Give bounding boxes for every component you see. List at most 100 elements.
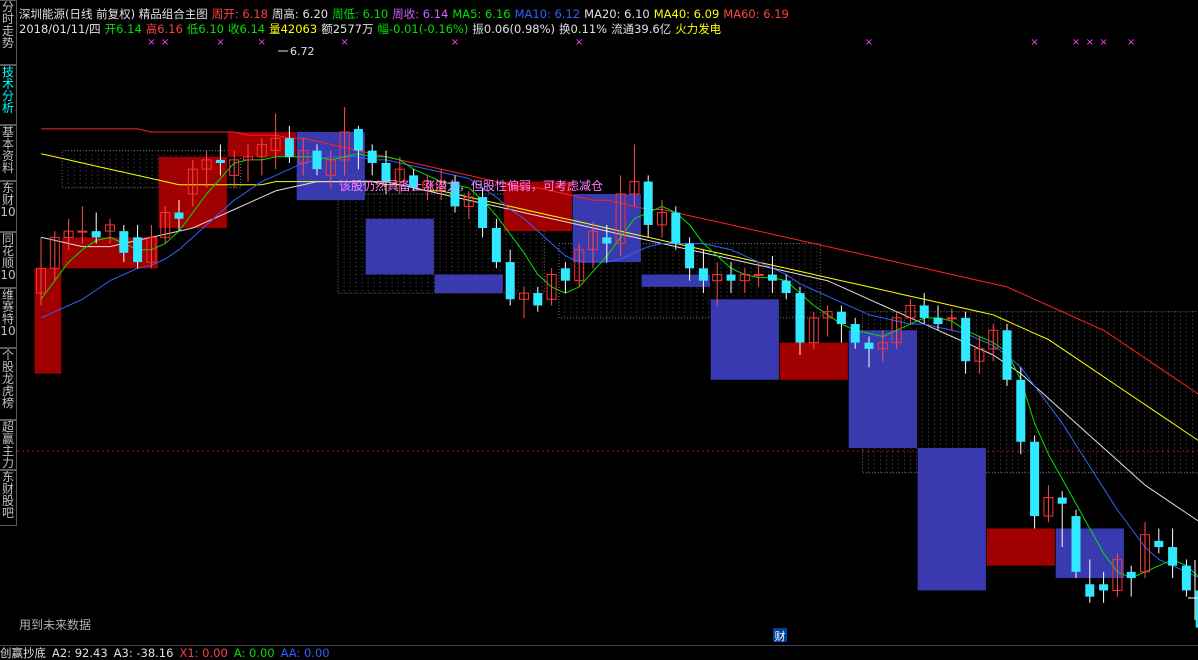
sidebar-tab-label: 维赛特10 [0,288,16,338]
signal-marker: × [1086,37,1094,48]
quote-field-2: 高6.16 [145,22,183,36]
sidebar-tab-label: 分时走势 [1,0,14,50]
candle-body [933,317,943,325]
header-field-8: MA40: 6.09 [653,7,720,21]
header-line-2: 2018/01/11/四 开6.14 高6.16 低6.10 收6.14 量42063 额2… [19,22,725,36]
sidebar-tab-label: 个股龙虎榜 [1,348,14,410]
candle-body [367,150,377,163]
candle-body [491,228,501,263]
candle-body [919,305,929,318]
signal-marker: × [1030,37,1038,48]
quote-field-11: 火力发电 [675,22,722,36]
header-field-9: MA60: 6.19 [723,7,789,21]
sidebar-tab-8[interactable]: 东财股吧 [0,470,17,526]
candle-body [119,231,129,253]
weekly-box [710,299,779,380]
candle-body [685,243,695,269]
header-field-7: MA20: 6.10 [584,7,650,21]
signal-marker: × [258,37,266,48]
weekly-box [434,274,503,294]
signal-marker: × [147,37,155,48]
analysis-note: 该股仍然具备上涨潜力，但股性偏弱，可考虑减仓 [339,178,603,193]
signal-marker: × [161,37,169,48]
header-field-5: MA5: 6.16 [452,7,511,21]
indicator-bar: 创赢抄底 A2: 92.43 A3: -38.16 X1: 0.00 A: 0.00 AA… [0,645,1198,660]
candle-body [1168,547,1178,566]
candle-body [77,230,88,233]
signal-marker: × [865,37,873,48]
candle-body [602,237,612,244]
indicator-value-3: X1: 0.00 [179,646,228,660]
candle-body [133,237,143,263]
signal-marker: × [1127,37,1135,48]
candle-body [505,262,515,300]
candle-body [643,181,653,225]
signal-marker: × [1072,37,1080,48]
sidebar-tab-label: 东财10 [0,181,16,219]
header-field-1: 周开: 6.18 [211,7,268,21]
indicator-value-2: A3: -38.16 [113,646,174,660]
candle-body [961,317,971,362]
sidebar-tab-0[interactable]: 分时走势 [0,0,17,65]
candle-body [726,274,736,281]
candle-body [284,138,294,157]
quote-field-8: 振0.06(0.98%) [472,22,556,36]
candle-body [864,342,874,349]
candle-body [781,280,791,294]
candle-body [1085,584,1095,597]
header-field-6: MA10: 6.12 [514,7,581,21]
candle-body [795,293,805,343]
quote-field-9: 换0.11% [559,22,608,36]
indicator-value-4: A: 0.00 [233,646,275,660]
candle-body [1057,497,1067,504]
high-price-label: 6.72 [290,45,315,58]
future-data-label: 用到未来数据 [19,617,91,632]
signal-marker: × [575,37,583,48]
candle-body [1099,584,1109,591]
sidebar-tab-6[interactable]: 个股龙虎榜 [0,348,17,420]
header-field-0: 深圳能源(日线 前复权) 精品组合主图 [19,7,208,21]
candle-body [174,212,184,219]
quote-field-0: 2018/01/11/四 [19,22,101,36]
sidebar-tab-2[interactable]: 基本资料 [0,125,17,181]
quote-field-3: 低6.10 [186,22,224,36]
sidebar-tab-label: 超赢主力 [1,420,14,470]
sidebar-tab-3[interactable]: 东财10 [0,181,17,232]
sidebar-tab-label: 技术分析 [1,65,14,115]
candle-body [1016,379,1026,442]
candle-body [312,150,322,170]
candle-body [671,212,681,244]
quote-field-7: 幅-0.01(-0.16%) [377,22,469,36]
candle-body [1181,565,1191,591]
kline-chart[interactable]: × × × × × × × × × × × × × 6.72 该股仍然具备上涨潜力，但股性偏弱，可考虑减仓用… [0,0,1198,660]
indicator-value-5: AA: 0.00 [280,646,330,660]
quote-field-10: 流通39.6亿 [611,22,672,36]
candle-body [753,274,764,277]
candle-body [533,293,543,306]
sidebar-tab-5[interactable]: 维赛特10 [0,288,17,348]
sidebar-tab-7[interactable]: 超赢主力 [0,420,17,470]
signal-marker: × [1099,37,1107,48]
signal-marker: × [451,37,459,48]
quote-field-1: 开6.14 [104,22,142,36]
candle-body [1002,330,1012,380]
candle-body [478,197,488,229]
candle-body [946,317,957,320]
header-field-3: 周低: 6.10 [332,7,389,21]
candle-body [1154,540,1164,548]
signal-marker: × [216,37,224,48]
candle-body [767,274,777,281]
candle-body [1030,441,1040,517]
quote-field-5: 量42063 [269,22,318,36]
sidebar-tab-label: 同花顺10 [0,232,16,282]
sidebar-tab-label: 东财股吧 [1,470,14,520]
weekly-box [986,528,1055,566]
sidebar-tab-4[interactable]: 同花顺10 [0,232,17,288]
header-field-4: 周收: 6.14 [392,7,449,21]
quote-field-6: 额2577万 [321,22,374,36]
finance-marker: 财 [775,629,786,643]
signal-marker: × [340,37,348,48]
sidebar-tab-1[interactable]: 技术分析 [0,65,17,125]
sidebar: 分时走势技术分析基本资料 东财10 同花顺10 维赛特10 个股龙虎榜超赢主力 东财股吧 [0,0,17,548]
header-line-1: 深圳能源(日线 前复权) 精品组合主图 周开: 6.18 周高: 6.20 周低: 6… [19,7,793,21]
